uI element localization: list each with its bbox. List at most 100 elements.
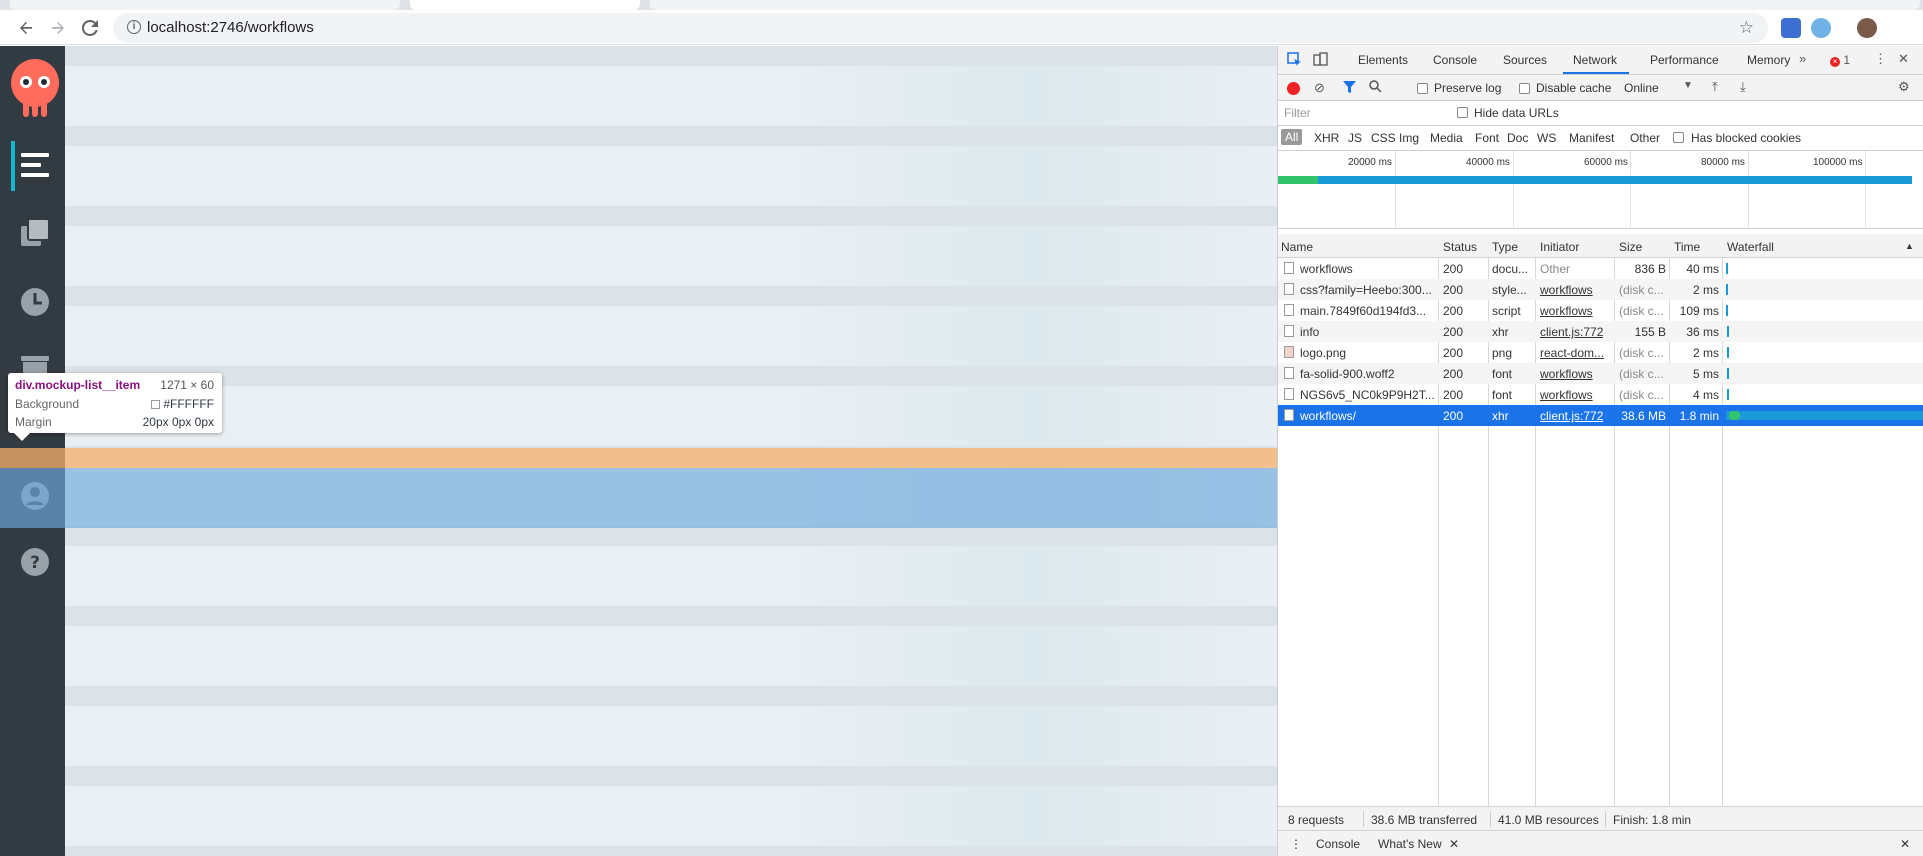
filter-type-js[interactable]: JS xyxy=(1348,131,1362,145)
table-row[interactable]: main.7849f60d194fd3... 200 script workfl… xyxy=(1278,300,1923,321)
filter-type-other[interactable]: Other xyxy=(1630,131,1660,145)
record-button[interactable] xyxy=(1287,82,1300,95)
argo-logo[interactable] xyxy=(11,59,59,117)
filter-type-ws[interactable]: WS xyxy=(1537,131,1556,145)
column-header-size[interactable]: Size xyxy=(1619,240,1642,254)
templates-icon[interactable] xyxy=(17,215,53,251)
device-toolbar-icon[interactable] xyxy=(1313,52,1328,70)
request-time: 40 ms xyxy=(1686,262,1719,276)
more-tabs-icon[interactable]: » xyxy=(1799,51,1806,66)
address-bar[interactable]: i localhost:2746/workflows ☆ xyxy=(113,13,1768,43)
back-button[interactable] xyxy=(14,16,38,40)
has-blocked-cookies-checkbox[interactable] xyxy=(1673,132,1684,143)
info-icon[interactable]: i xyxy=(127,20,141,34)
close-icon[interactable]: ✕ xyxy=(1898,51,1909,67)
devtools-tab-bar: Elements Console Sources Network Perform… xyxy=(1278,46,1923,75)
request-initiator[interactable]: client.js:772 xyxy=(1540,325,1603,339)
preserve-log-checkbox[interactable] xyxy=(1417,83,1428,94)
extension-shield-icon[interactable] xyxy=(1781,18,1801,38)
filter-type-media[interactable]: Media xyxy=(1430,131,1463,145)
request-initiator[interactable]: workflows xyxy=(1540,388,1593,402)
browser-tab[interactable] xyxy=(650,0,1920,10)
help-icon[interactable]: ? xyxy=(17,544,53,580)
filter-type-css[interactable]: CSS xyxy=(1371,131,1396,145)
close-icon[interactable]: ✕ xyxy=(1449,837,1459,851)
column-header-time[interactable]: Time xyxy=(1674,240,1700,254)
browser-tab-active[interactable] xyxy=(410,0,640,10)
close-icon[interactable]: ✕ xyxy=(1900,837,1910,851)
table-row[interactable]: NGS6v5_NC0k9P9H2T... 200 font workflows … xyxy=(1278,384,1923,405)
clear-icon[interactable]: ⊘ xyxy=(1314,80,1325,96)
tab-memory[interactable]: Memory xyxy=(1747,53,1790,67)
extension-bird-icon[interactable] xyxy=(1811,18,1831,38)
disable-cache-checkbox[interactable] xyxy=(1519,83,1530,94)
hide-data-urls-checkbox[interactable] xyxy=(1457,107,1468,118)
reload-button[interactable] xyxy=(78,16,102,40)
network-toolbar: ⊘ Preserve log Disable cache Online ▼ ⤒ … xyxy=(1278,75,1923,101)
filter-type-manifest[interactable]: Manifest xyxy=(1569,131,1614,145)
tab-performance[interactable]: Performance xyxy=(1650,53,1719,67)
column-header-status[interactable]: Status xyxy=(1443,240,1477,254)
bookmark-star-icon[interactable]: ☆ xyxy=(1739,18,1754,38)
request-size: 155 B xyxy=(1634,325,1666,339)
drawer-menu-icon[interactable]: ⋮ xyxy=(1290,837,1302,851)
drawer-tab-whats-new[interactable]: What's New xyxy=(1378,837,1442,851)
filter-type-doc[interactable]: Doc xyxy=(1507,131,1528,145)
cron-clock-icon[interactable] xyxy=(17,284,53,320)
import-har-icon[interactable]: ⤒ xyxy=(1712,79,1718,95)
url-text[interactable]: localhost:2746/workflows xyxy=(147,19,314,36)
tab-console[interactable]: Console xyxy=(1433,53,1477,67)
summary-transferred: 38.6 MB transferred xyxy=(1371,813,1478,827)
chevron-down-icon[interactable]: ▼ xyxy=(1683,80,1693,91)
workflows-list-icon[interactable] xyxy=(17,147,53,183)
forward-button[interactable] xyxy=(46,16,70,40)
throttling-select[interactable]: Online xyxy=(1624,81,1659,95)
request-type: xhr xyxy=(1492,409,1509,423)
sort-ascending-icon[interactable]: ▲ xyxy=(1905,241,1914,251)
error-counter[interactable]: × 1 xyxy=(1830,53,1850,67)
column-header-initiator[interactable]: Initiator xyxy=(1540,240,1579,254)
table-row[interactable]: workflows 200 docu... Other 836 B 40 ms xyxy=(1278,258,1923,279)
export-har-icon[interactable]: ⤓ xyxy=(1740,79,1746,95)
mockup-list-item xyxy=(65,786,1277,846)
settings-gear-icon[interactable]: ⚙ xyxy=(1898,79,1910,95)
search-icon[interactable] xyxy=(1369,80,1382,96)
filter-type-xhr[interactable]: XHR xyxy=(1314,131,1339,145)
list-gap xyxy=(65,526,1277,546)
profile-avatar[interactable] xyxy=(1857,18,1877,38)
request-initiator[interactable]: workflows xyxy=(1540,367,1593,381)
overview-waiting-bar xyxy=(1278,176,1318,184)
request-type: script xyxy=(1492,304,1521,318)
table-row[interactable]: fa-solid-900.woff2 200 font workflows (d… xyxy=(1278,363,1923,384)
tooltip-margin-value: 20px 0px 0px xyxy=(142,415,214,429)
inspect-element-icon[interactable] xyxy=(1287,52,1302,70)
browser-tab[interactable] xyxy=(10,0,400,10)
drawer-tab-console[interactable]: Console xyxy=(1316,837,1360,851)
devtools-menu-icon[interactable]: ⋮ xyxy=(1874,51,1887,67)
table-row-selected[interactable]: workflows/ 200 xhr client.js:772 38.6 MB… xyxy=(1278,405,1923,426)
column-header-waterfall[interactable]: Waterfall xyxy=(1727,240,1774,254)
table-row[interactable]: logo.png 200 png react-dom... (disk c...… xyxy=(1278,342,1923,363)
tab-network[interactable]: Network xyxy=(1573,53,1617,67)
table-row[interactable]: css?family=Heebo:300... 200 style... wor… xyxy=(1278,279,1923,300)
tab-elements[interactable]: Elements xyxy=(1358,53,1408,67)
filter-type-img[interactable]: Img xyxy=(1399,131,1419,145)
filter-type-all[interactable]: All xyxy=(1281,129,1303,145)
table-row[interactable]: info 200 xhr client.js:772 155 B 36 ms xyxy=(1278,321,1923,342)
request-initiator[interactable]: client.js:772 xyxy=(1540,409,1603,423)
request-status: 200 xyxy=(1443,304,1464,318)
mockup-list-item xyxy=(65,226,1277,286)
overview-tick: 60000 ms xyxy=(1584,157,1628,168)
tab-sources[interactable]: Sources xyxy=(1503,53,1547,67)
filter-input[interactable]: Filter xyxy=(1282,104,1446,122)
column-header-type[interactable]: Type xyxy=(1492,240,1518,254)
request-initiator[interactable]: workflows xyxy=(1540,304,1593,318)
tooltip-size: 1271 × 60 xyxy=(160,378,214,392)
overview-tick: 20000 ms xyxy=(1348,157,1392,168)
request-initiator[interactable]: workflows xyxy=(1540,283,1593,297)
filter-type-font[interactable]: Font xyxy=(1475,131,1499,145)
filter-icon[interactable] xyxy=(1343,81,1356,97)
request-initiator[interactable]: react-dom... xyxy=(1540,346,1612,360)
waterfall-bar xyxy=(1726,305,1728,316)
column-header-name[interactable]: Name xyxy=(1281,240,1313,254)
